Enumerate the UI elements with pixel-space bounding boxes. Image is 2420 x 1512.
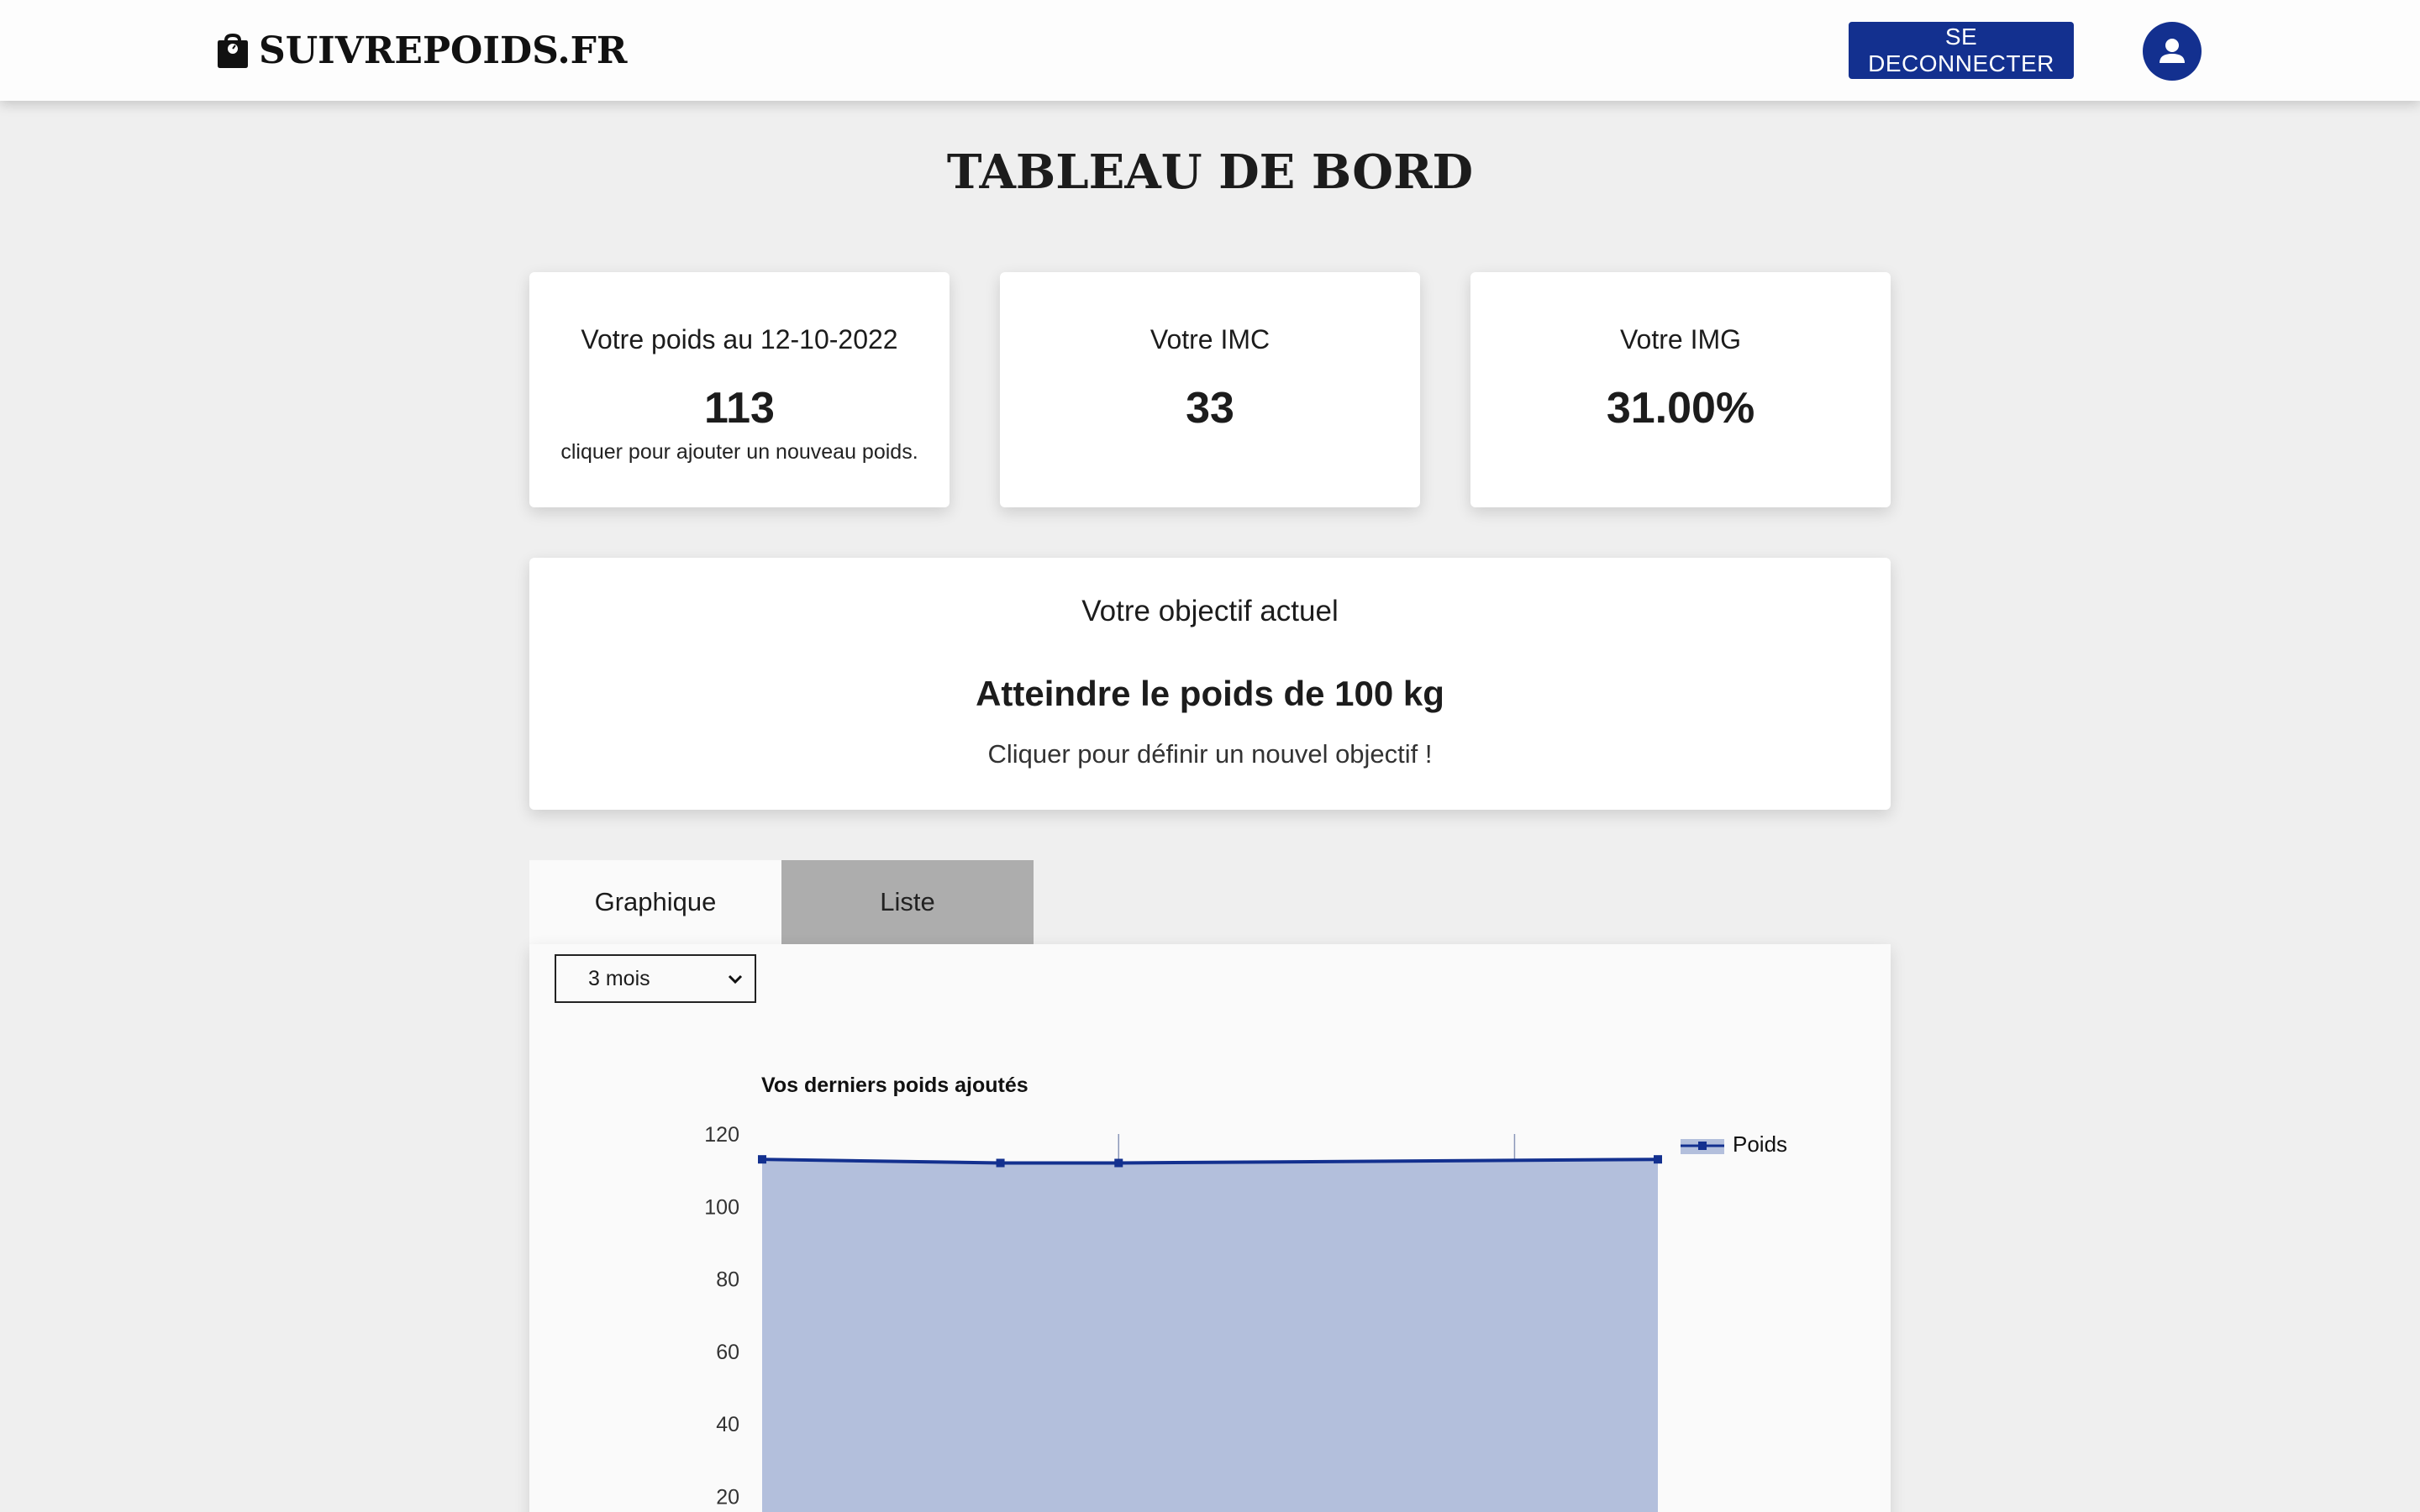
goal-card[interactable]: Votre objectif actuel Atteindre le poids… [529,558,1891,810]
logout-button[interactable]: SE DECONNECTER [1849,22,2074,79]
avatar-button[interactable] [2143,22,2202,81]
user-circle-icon [2160,39,2185,63]
period-select-value: 3 mois [588,966,650,990]
set-goal-hint: Cliquer pour définir un nouvel objectif … [987,739,1433,769]
img-label: Votre IMG [1619,324,1742,354]
imc-label: Votre IMC [1150,324,1270,354]
brand-name: SUIVREPOIDS.FR [259,29,628,72]
chevron-down-icon [728,974,743,984]
img-card: Votre IMG 31.00% [1470,272,1891,507]
goal-value: Atteindre le poids de 100 kg [976,674,1444,713]
brand-link[interactable]: SUIVREPOIDS.FR [217,27,627,74]
weight-card[interactable]: Votre poids au 12-10-2022 113 cliquer po… [529,272,950,507]
weight-label: Votre poids au 12-10-2022 [581,324,898,354]
tab-liste[interactable]: Liste [781,860,1034,944]
top-navbar: SUIVREPOIDS.FR SE DECONNECTER [0,0,2420,101]
goal-title: Votre objectif actuel [1081,595,1339,627]
page: SUIVREPOIDS.FR SE DECONNECTER TABLEAU DE… [0,0,2420,1512]
chart-panel: 3 mois [529,944,1891,1512]
add-weight-hint: cliquer pour ajouter un nouveau poids. [560,440,918,464]
period-select[interactable]: 3 mois [555,954,756,1003]
imc-card: Votre IMC 33 [1000,272,1420,507]
img-value: 31.00% [1606,384,1755,433]
page-title: TABLEAU DE BORD [946,144,1474,200]
imc-value: 33 [1186,384,1234,433]
weight-scale-icon [218,34,248,68]
weight-value: 113 [704,384,775,433]
tab-graphique[interactable]: Graphique [529,860,781,944]
chart-title: Vos derniers poids ajoutés [761,1074,1028,1097]
